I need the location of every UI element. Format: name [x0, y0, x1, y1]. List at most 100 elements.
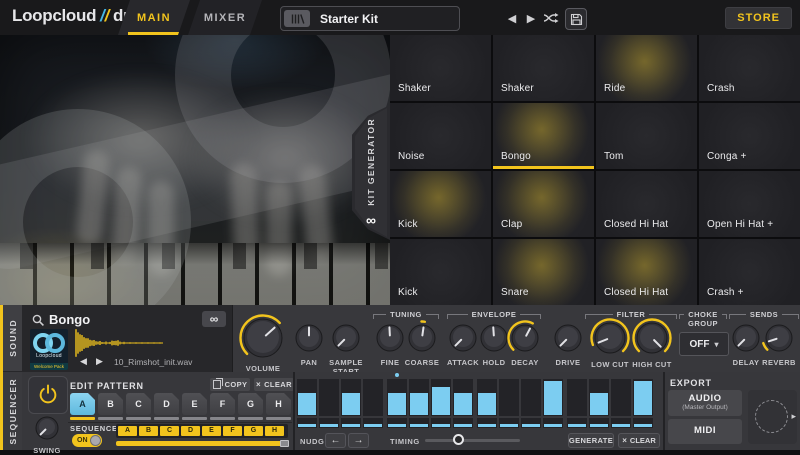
export-midi-button[interactable]: MIDI	[668, 419, 742, 444]
sequence-cell-f[interactable]: F	[223, 426, 242, 436]
step-2[interactable]	[319, 379, 339, 416]
preset-selector[interactable]: Starter Kit	[280, 6, 460, 31]
velocity-4[interactable]	[363, 418, 383, 428]
drum-pad-open-hi-hat-[interactable]: Open Hi Hat +	[699, 171, 800, 237]
step-14[interactable]	[589, 379, 609, 416]
drum-pad-crash[interactable]: Crash	[699, 35, 800, 101]
step-12[interactable]	[543, 379, 563, 416]
sample-prev-button[interactable]: ◀	[80, 356, 87, 367]
sequence-cell-d[interactable]: D	[181, 426, 200, 436]
sequence-cell-g[interactable]: G	[244, 426, 263, 436]
velocity-11[interactable]	[521, 418, 541, 428]
drum-pad-snare[interactable]: Snare	[493, 239, 594, 305]
loopcloud-link-button[interactable]: ∞	[202, 311, 226, 327]
step-6[interactable]	[409, 379, 429, 416]
sequence-scrollbar-handle[interactable]	[280, 440, 289, 447]
copy-pattern-button[interactable]: COPY	[210, 378, 250, 391]
drum-pad-bongo[interactable]: Bongo	[493, 103, 594, 169]
drum-pad-clap[interactable]: Clap	[493, 171, 594, 237]
save-icon[interactable]	[565, 8, 587, 30]
nudge-right-button[interactable]: →	[348, 433, 369, 448]
pattern-button-g[interactable]: G	[238, 393, 263, 415]
drum-pad-ride[interactable]: Ride	[596, 35, 697, 101]
pattern-button-e[interactable]: E	[182, 393, 207, 415]
search-input[interactable]: Bongo	[49, 312, 90, 327]
velocity-7[interactable]	[431, 418, 451, 428]
step-1[interactable]	[297, 379, 317, 416]
step-5[interactable]	[387, 379, 407, 416]
clear-pattern-button[interactable]: × CLEAR	[254, 378, 294, 391]
step-9[interactable]	[477, 379, 497, 416]
step-13[interactable]	[567, 379, 587, 416]
velocity-9[interactable]	[477, 418, 497, 428]
knob-drive[interactable]	[549, 319, 587, 357]
store-button[interactable]: STORE	[725, 7, 792, 29]
export-audio-button[interactable]: AUDIO (Master Output)	[668, 390, 742, 416]
velocity-10[interactable]	[499, 418, 519, 428]
preset-browse-icon[interactable]	[284, 10, 310, 27]
sequence-on-toggle[interactable]: ON	[72, 434, 102, 447]
tab-main[interactable]: MAIN	[118, 0, 190, 35]
sequence-cell-a[interactable]: A	[118, 426, 137, 436]
velocity-12[interactable]	[543, 418, 563, 428]
step-16[interactable]	[633, 379, 653, 416]
step-7[interactable]	[431, 379, 451, 416]
generate-button[interactable]: GENERATE	[568, 433, 614, 448]
timing-slider[interactable]	[425, 439, 520, 442]
pattern-button-h[interactable]: H	[266, 393, 291, 415]
velocity-5[interactable]	[387, 418, 407, 428]
sequencer-power-button[interactable]	[28, 376, 68, 414]
velocity-13[interactable]	[567, 418, 587, 428]
drum-pad-kick[interactable]: Kick	[390, 171, 491, 237]
drum-pad-tom[interactable]: Tom	[596, 103, 697, 169]
nudge-left-button[interactable]: ←	[325, 433, 346, 448]
knob-decay[interactable]	[506, 319, 544, 357]
velocity-8[interactable]	[453, 418, 473, 428]
velocity-2[interactable]	[319, 418, 339, 428]
preset-next-button[interactable]: ▶	[522, 9, 540, 27]
knob-swing[interactable]	[30, 411, 64, 445]
export-drag-pad[interactable]: ▸	[748, 390, 797, 444]
pattern-button-f[interactable]: F	[210, 393, 235, 415]
sequence-cell-c[interactable]: C	[160, 426, 179, 436]
pattern-button-a[interactable]: A	[70, 393, 95, 415]
drum-pad-crash-[interactable]: Crash +	[699, 239, 800, 305]
drum-pad-closed-hi-hat[interactable]: Closed Hi Hat	[596, 171, 697, 237]
velocity-3[interactable]	[341, 418, 361, 428]
knob-volume[interactable]	[238, 313, 288, 363]
sequence-scrollbar[interactable]	[116, 441, 288, 446]
step-11[interactable]	[521, 379, 541, 416]
sequence-cell-b[interactable]: B	[139, 426, 158, 436]
step-15[interactable]	[611, 379, 631, 416]
drum-pad-shaker[interactable]: Shaker	[493, 35, 594, 101]
drum-pad-shaker[interactable]: Shaker	[390, 35, 491, 101]
pattern-button-b[interactable]: B	[98, 393, 123, 415]
knob-coarse[interactable]	[403, 319, 441, 357]
velocity-16[interactable]	[633, 418, 653, 428]
step-3[interactable]	[341, 379, 361, 416]
step-8[interactable]	[453, 379, 473, 416]
choke-group-dropdown[interactable]: OFF ▾	[679, 332, 729, 356]
pattern-button-c[interactable]: C	[126, 393, 151, 415]
drum-pad-noise[interactable]: Noise	[390, 103, 491, 169]
sequence-cell-e[interactable]: E	[202, 426, 221, 436]
shuffle-icon[interactable]	[542, 9, 560, 27]
tab-sequencer[interactable]: SEQUENCER	[3, 372, 22, 450]
knob-high-cut[interactable]	[631, 317, 673, 359]
velocity-1[interactable]	[297, 418, 317, 428]
velocity-14[interactable]	[589, 418, 609, 428]
knob-reverb[interactable]	[760, 319, 798, 357]
drum-pad-conga-[interactable]: Conga +	[699, 103, 800, 169]
velocity-6[interactable]	[409, 418, 429, 428]
sample-next-button[interactable]: ▶	[96, 356, 103, 367]
tab-mixer[interactable]: MIXER	[188, 0, 262, 35]
sequence-cell-h[interactable]: H	[265, 426, 284, 436]
timing-slider-handle[interactable]	[453, 434, 464, 445]
velocity-15[interactable]	[611, 418, 631, 428]
drum-pad-closed-hi-hat[interactable]: Closed Hi Hat	[596, 239, 697, 305]
drum-pad-kick[interactable]: Kick	[390, 239, 491, 305]
knob-sample-start[interactable]	[327, 319, 365, 357]
preset-prev-button[interactable]: ◀	[503, 9, 521, 27]
pattern-button-d[interactable]: D	[154, 393, 179, 415]
knob-pan[interactable]	[290, 319, 328, 357]
